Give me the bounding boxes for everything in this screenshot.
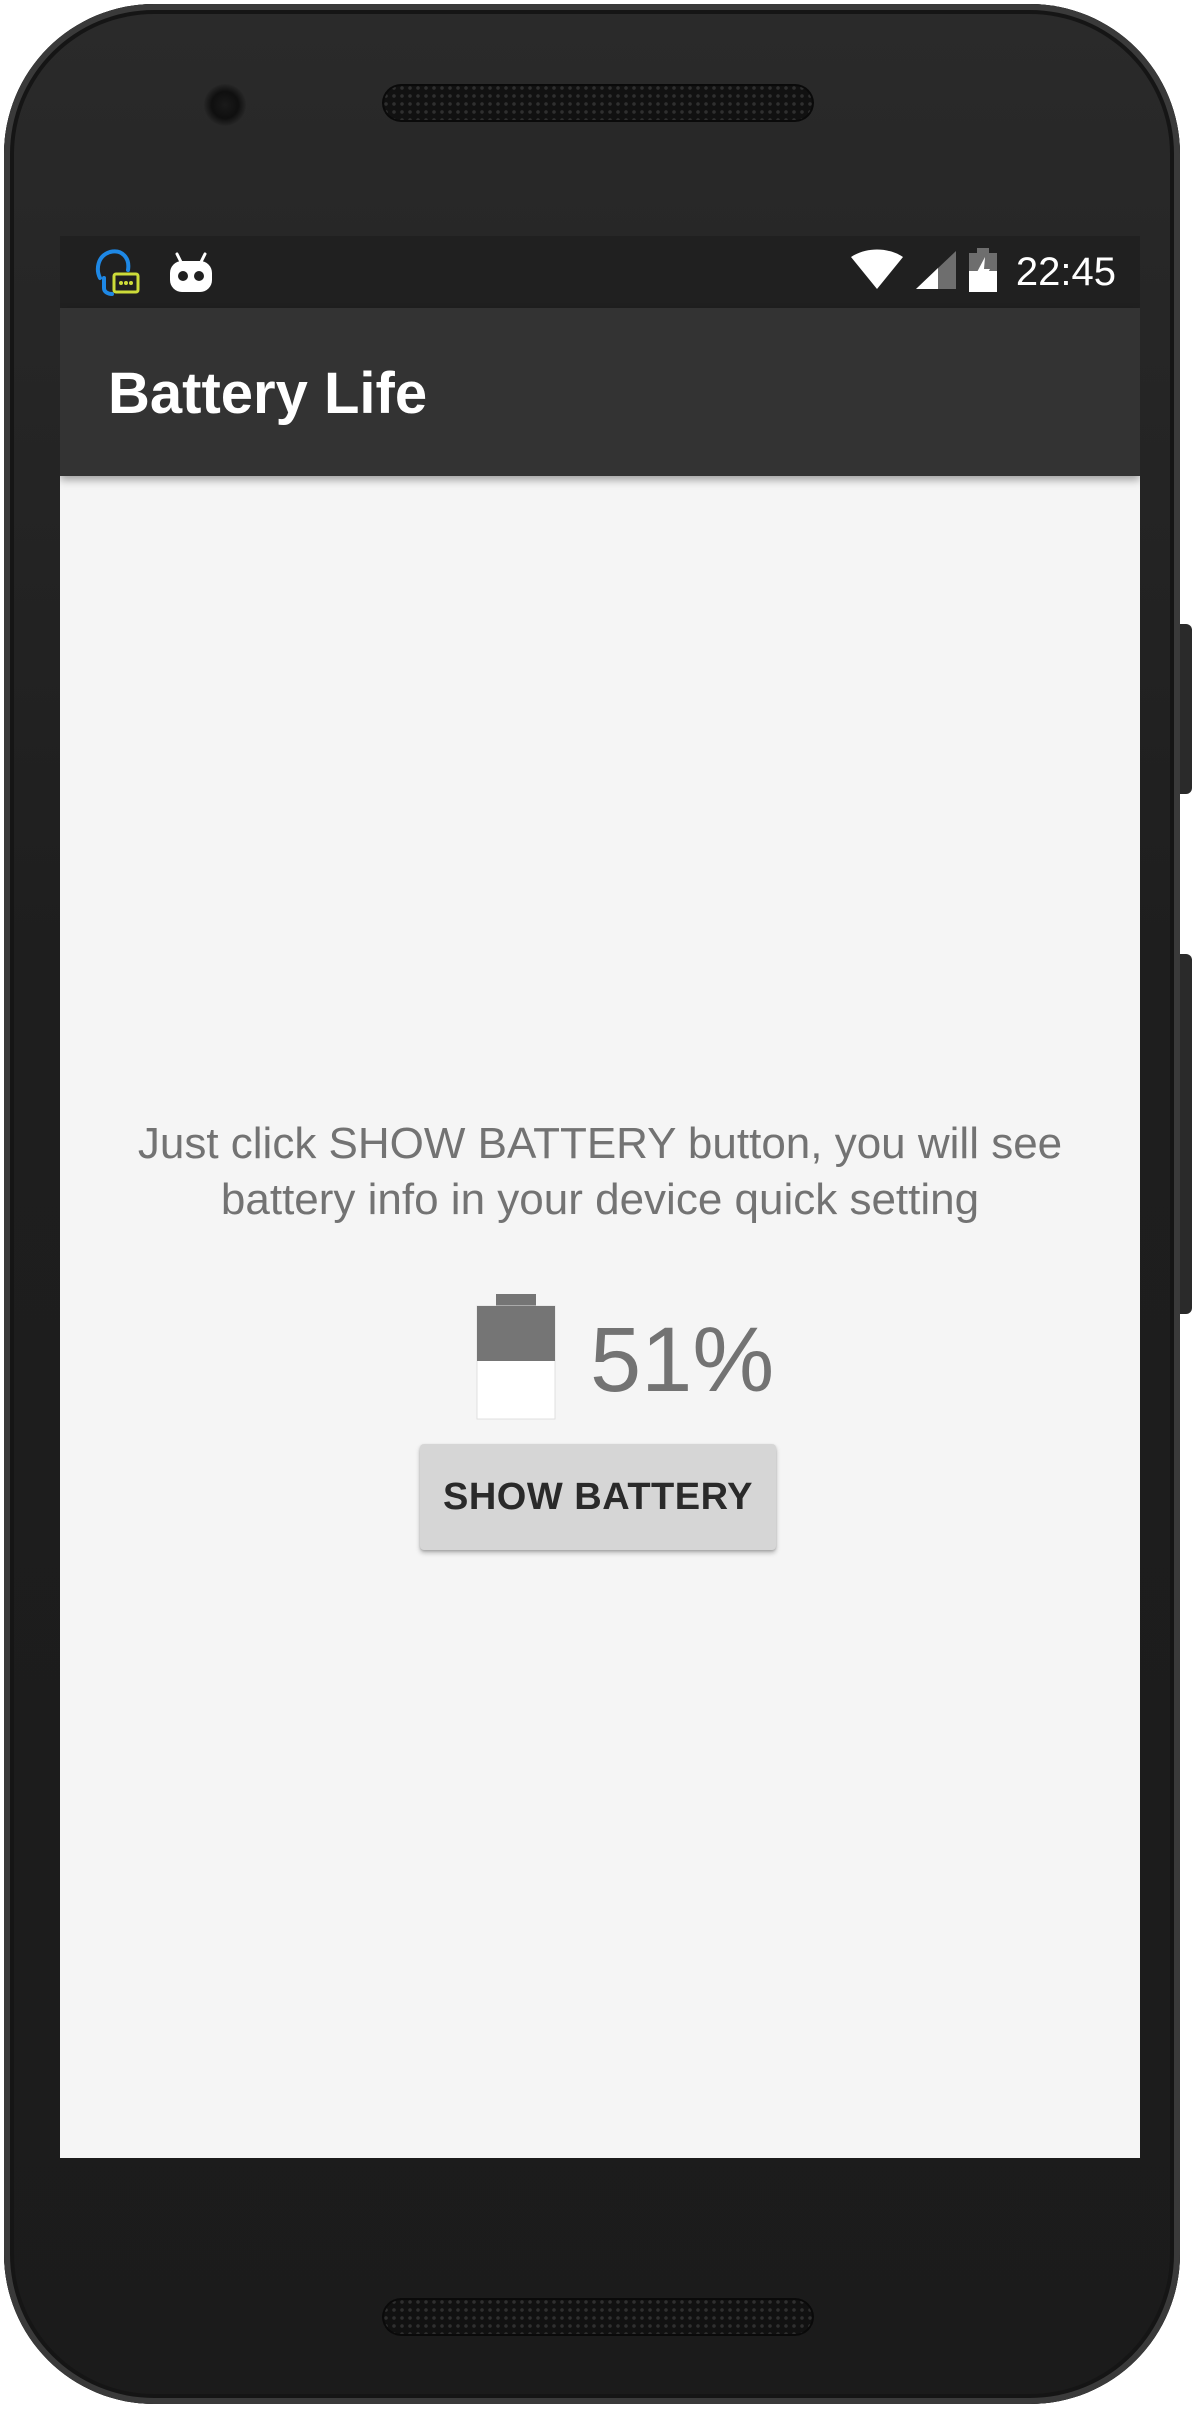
front-camera [204, 84, 246, 126]
app-title: Battery Life [108, 361, 428, 426]
phone-frame: 22:45 Battery Life Just click SHOW BATTE… [4, 4, 1192, 2404]
battery-charging-icon [968, 247, 998, 298]
screen: 22:45 Battery Life Just click SHOW BATTE… [60, 236, 1140, 2158]
info-line-1: Just click SHOW BATTERY button, you will… [137, 1119, 1063, 1168]
headset-chat-icon [92, 248, 140, 303]
battery-percent: 51% [590, 1309, 775, 1411]
info-line-2: battery info in your device quick settin… [220, 1175, 980, 1224]
show-battery-button[interactable]: SHOW BATTERY [420, 1444, 776, 1550]
status-clock: 22:45 [1015, 249, 1116, 294]
main-content: Just click SHOW BATTERY button, you will… [60, 476, 1140, 2158]
app-bar: Battery Life [60, 308, 1140, 476]
power-button [1180, 624, 1192, 794]
battery-level-icon [476, 1294, 556, 1420]
robot-mascot-icon [168, 252, 214, 299]
bottom-speaker-grille [382, 2298, 814, 2336]
status-bar: 22:45 [60, 236, 1140, 308]
top-speaker-grille [382, 84, 814, 122]
wifi-icon [850, 249, 904, 296]
cell-signal-icon [914, 249, 958, 296]
info-text: Just click SHOW BATTERY button, you will… [60, 1116, 1140, 1228]
volume-button [1180, 954, 1192, 1314]
battery-status: 51% [60, 1294, 1140, 1424]
